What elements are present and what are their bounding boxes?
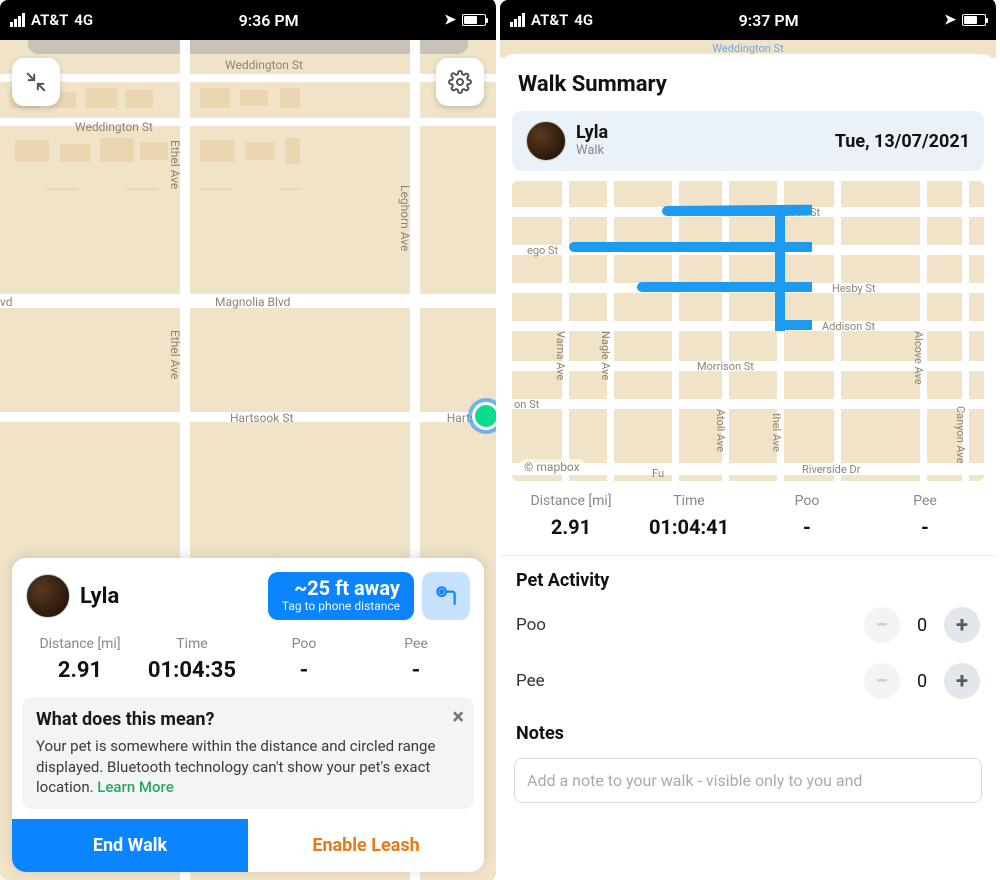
carrier-label: AT&T: [531, 11, 568, 29]
pet-name: Lyla: [576, 124, 608, 143]
stat-poo-label: Poo: [748, 493, 866, 509]
learn-more-link[interactable]: Learn More: [97, 778, 173, 796]
stat-pee-label: Pee: [360, 636, 472, 652]
current-location-marker: [472, 402, 496, 430]
stat-pee-value: -: [866, 515, 984, 539]
summary-panel: Walk Summary Lyla Walk Tue, 13/07/2021: [500, 54, 996, 880]
tag-distance-pill[interactable]: ~25 ft away Tag to phone distance: [268, 572, 414, 620]
status-bar: AT&T 4G 9:37 PM ➤: [500, 0, 996, 40]
street-label: on St: [514, 398, 539, 411]
status-bar: AT&T 4G 9:36 PM ➤: [0, 0, 496, 40]
stats-row: Distance [mi]2.91 Time01:04:35 Poo- Pee-: [12, 626, 484, 697]
battery-icon: [462, 14, 486, 26]
stat-poo-value: -: [748, 515, 866, 539]
street-label: Nagle Ave: [599, 331, 612, 380]
signal-icon: [10, 13, 25, 27]
carrier-label: AT&T: [31, 11, 68, 29]
stat-poo-value: -: [248, 658, 360, 683]
summary-map[interactable]: Hartsook St ego St Hesby St Addison St M…: [512, 181, 984, 481]
activity-poo-label: Poo: [516, 615, 546, 635]
section-notes: Notes: [500, 709, 996, 750]
stat-distance-label: Distance [mi]: [24, 636, 136, 652]
stat-time-label: Time: [136, 636, 248, 652]
battery-icon: [962, 14, 986, 26]
street-label: vd: [0, 295, 13, 309]
stat-pee-label: Pee: [866, 493, 984, 509]
clock: 9:37 PM: [739, 11, 799, 30]
end-walk-button[interactable]: End Walk: [12, 819, 248, 872]
street-label: Hartsook St: [230, 411, 293, 425]
info-body: Your pet is somewhere within the distanc…: [36, 736, 460, 797]
street-label: Addison St: [822, 320, 875, 333]
signal-icon: [510, 13, 525, 27]
map-attribution: © mapbox: [518, 459, 586, 475]
stat-time-value: 01:04:41: [630, 515, 748, 539]
poo-count: 0: [914, 615, 930, 636]
street-label: Canyon Ave: [954, 406, 967, 463]
stat-pee-value: -: [360, 658, 472, 683]
stat-poo-label: Poo: [248, 636, 360, 652]
pet-avatar[interactable]: [526, 121, 566, 161]
pet-name: Lyla: [80, 584, 119, 609]
screen-walk-summary: AT&T 4G 9:37 PM ➤ Weddington St Walk Sum…: [500, 0, 1000, 880]
section-pet-activity: Pet Activity: [500, 556, 996, 597]
stat-distance-label: Distance [mi]: [512, 493, 630, 509]
pee-increment-button[interactable]: +: [944, 663, 980, 699]
street-label: Magnolia Blvd: [215, 295, 290, 309]
info-close-button[interactable]: ×: [452, 705, 464, 730]
pee-decrement-button[interactable]: −: [864, 663, 900, 699]
location-services-icon: ➤: [944, 12, 956, 28]
activity-row-poo: Poo − 0 +: [500, 597, 996, 653]
street-label: Hesby St: [832, 282, 876, 295]
activity-row-pee: Pee − 0 +: [500, 653, 996, 709]
collapse-map-button[interactable]: [12, 58, 60, 106]
page-title: Walk Summary: [500, 54, 996, 111]
pet-avatar[interactable]: [26, 574, 70, 618]
street-label: Morrison St: [697, 360, 754, 373]
street-label: Atoll Ave: [714, 409, 727, 452]
leash-icon-button[interactable]: [422, 572, 470, 620]
street-label: Alcove Ave: [912, 331, 925, 385]
tag-distance-value: ~25 ft away: [282, 578, 400, 599]
location-services-icon: ➤: [444, 12, 456, 28]
tag-distance-sub: Tag to phone distance: [282, 599, 400, 613]
street-label: Varna Ave: [554, 331, 567, 380]
network-label: 4G: [74, 11, 93, 29]
stat-time-value: 01:04:35: [136, 658, 248, 683]
walk-date: Tue, 13/07/2021: [835, 131, 970, 152]
network-label: 4G: [574, 11, 593, 29]
clock: 9:36 PM: [239, 11, 299, 30]
info-callout: × What does this mean? Your pet is somew…: [22, 697, 474, 809]
street-label: Fu: [652, 467, 664, 480]
street-label: Ethel Ave: [168, 330, 182, 379]
poo-decrement-button[interactable]: −: [864, 607, 900, 643]
activity-type: Walk: [576, 143, 608, 158]
poo-increment-button[interactable]: +: [944, 607, 980, 643]
stat-time-label: Time: [630, 493, 748, 509]
activity-pee-label: Pee: [516, 671, 545, 691]
street-label: Riverside Dr: [802, 463, 860, 476]
enable-leash-button[interactable]: Enable Leash: [248, 819, 484, 872]
notes-input[interactable]: Add a note to your walk - visible only t…: [514, 758, 982, 803]
walk-route: [512, 181, 812, 331]
action-row: End Walk Enable Leash: [12, 819, 484, 872]
screen-live-walk: AT&T 4G 9:36 PM ➤ Weddington St Weddingt…: [0, 0, 500, 880]
street-label: thel Ave: [770, 413, 783, 452]
summary-stats: Distance [mi]2.91 Time01:04:41 Poo- Pee-: [500, 481, 996, 556]
pet-header: Lyla Walk Tue, 13/07/2021: [512, 111, 984, 171]
walk-card: Lyla ~25 ft away Tag to phone distance D…: [12, 558, 484, 872]
street-label: Leghorn Ave: [398, 185, 412, 251]
pee-count: 0: [914, 671, 930, 692]
stat-distance-value: 2.91: [24, 658, 136, 683]
info-title: What does this mean?: [36, 709, 460, 730]
settings-button[interactable]: [436, 58, 484, 106]
stat-distance-value: 2.91: [512, 515, 630, 539]
